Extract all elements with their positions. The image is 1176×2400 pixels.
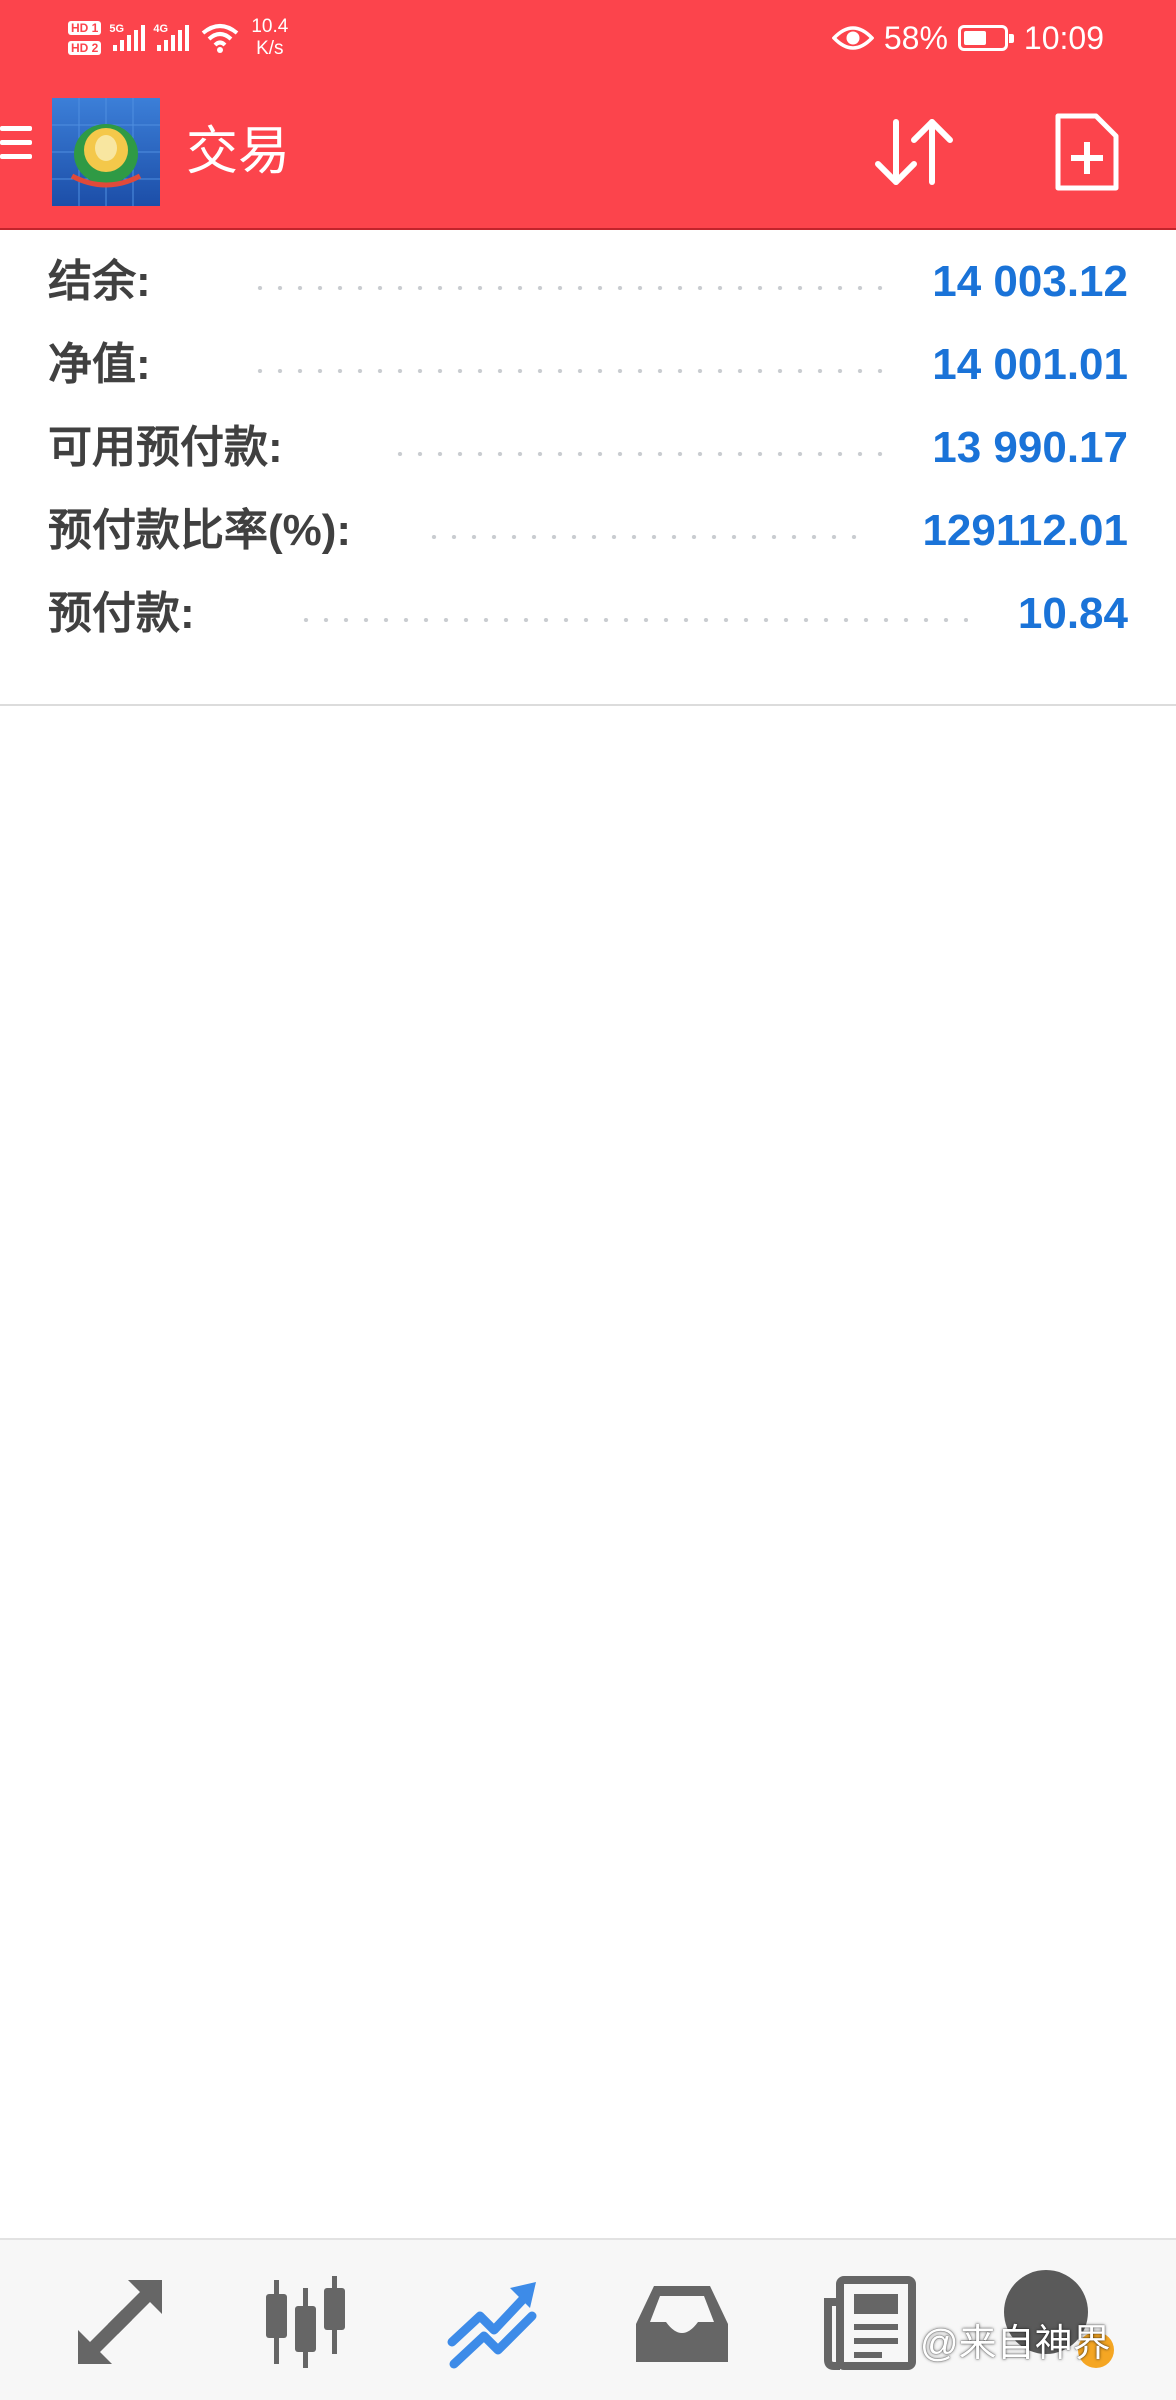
eye-icon — [831, 26, 874, 50]
new-order-icon[interactable] — [1050, 112, 1122, 192]
dot-leader — [250, 286, 884, 290]
battery-percent: 58% — [883, 19, 948, 56]
free-margin-label: 可用预付款: — [48, 423, 283, 472]
arrows-diagonal-icon[interactable] — [70, 2272, 170, 2372]
watermark-text: @来自神界 — [920, 2323, 1111, 2365]
sim-indicators: HD 1 HD 2 — [68, 21, 102, 55]
sim2-label: HD 2 — [68, 41, 102, 55]
page-title: 交易 — [186, 123, 291, 181]
inbox-icon[interactable] — [632, 2272, 732, 2372]
menu-icon[interactable] — [0, 126, 34, 176]
dot-leader — [250, 369, 884, 373]
dot-leader — [390, 452, 884, 456]
signal-4g-icon: 4G — [153, 23, 190, 51]
equity-row: 净值: 14 001.01 — [0, 323, 1176, 406]
network-speed: 10.4 K/s — [251, 16, 288, 60]
sim2-indicator: HD 2 — [68, 41, 102, 55]
speed-unit: K/s — [256, 38, 284, 59]
newspaper-icon[interactable] — [820, 2272, 920, 2372]
dot-leader — [296, 618, 968, 622]
sim1-indicator: HD 1 — [68, 21, 102, 35]
sim1-label: HD 1 — [68, 21, 102, 35]
net2-label: 4G — [153, 23, 169, 35]
free-margin-row: 可用预付款: 13 990.17 — [0, 406, 1176, 489]
margin-value: 10.84 — [1017, 589, 1128, 638]
margin-level-label: 预付款比率(%): — [48, 506, 352, 555]
app-bar: 交易 — [0, 76, 1176, 230]
trend-icon[interactable] — [444, 2272, 544, 2372]
margin-level-value: 129112.01 — [922, 506, 1128, 555]
wifi-icon — [202, 24, 239, 53]
margin-label: 预付款: — [48, 589, 195, 638]
equity-label: 净值: — [48, 340, 151, 389]
battery-icon — [957, 25, 1014, 51]
candlestick-icon[interactable] — [256, 2272, 356, 2372]
section-divider — [0, 704, 1176, 706]
sort-icon[interactable] — [868, 112, 960, 192]
balance-row: 结余: 14 003.12 — [0, 240, 1176, 323]
status-right: 58% 10:09 — [831, 14, 1104, 62]
app-logo[interactable] — [52, 98, 160, 206]
balance-label: 结余: — [48, 257, 151, 306]
account-summary: 结余: 14 003.12 净值: 14 001.01 可用预付款: 13 99… — [0, 240, 1176, 655]
free-margin-value: 13 990.17 — [932, 423, 1128, 472]
clock: 10:09 — [1023, 19, 1104, 56]
status-bar: HD 1 HD 2 5G 4G 10.4 K/s 58% 10:09 — [0, 0, 1176, 76]
margin-level-row: 预付款比率(%): 129112.01 — [0, 489, 1176, 572]
signal-5g-icon: 5G — [109, 23, 146, 51]
speed-value: 10.4 — [251, 16, 289, 37]
status-left: HD 1 HD 2 5G 4G 10.4 K/s — [68, 8, 288, 68]
margin-row: 预付款: 10.84 — [0, 572, 1176, 655]
net1-label: 5G — [109, 23, 125, 35]
balance-value: 14 003.12 — [932, 257, 1128, 306]
dot-leader — [424, 535, 864, 539]
equity-value: 14 001.01 — [932, 340, 1128, 389]
